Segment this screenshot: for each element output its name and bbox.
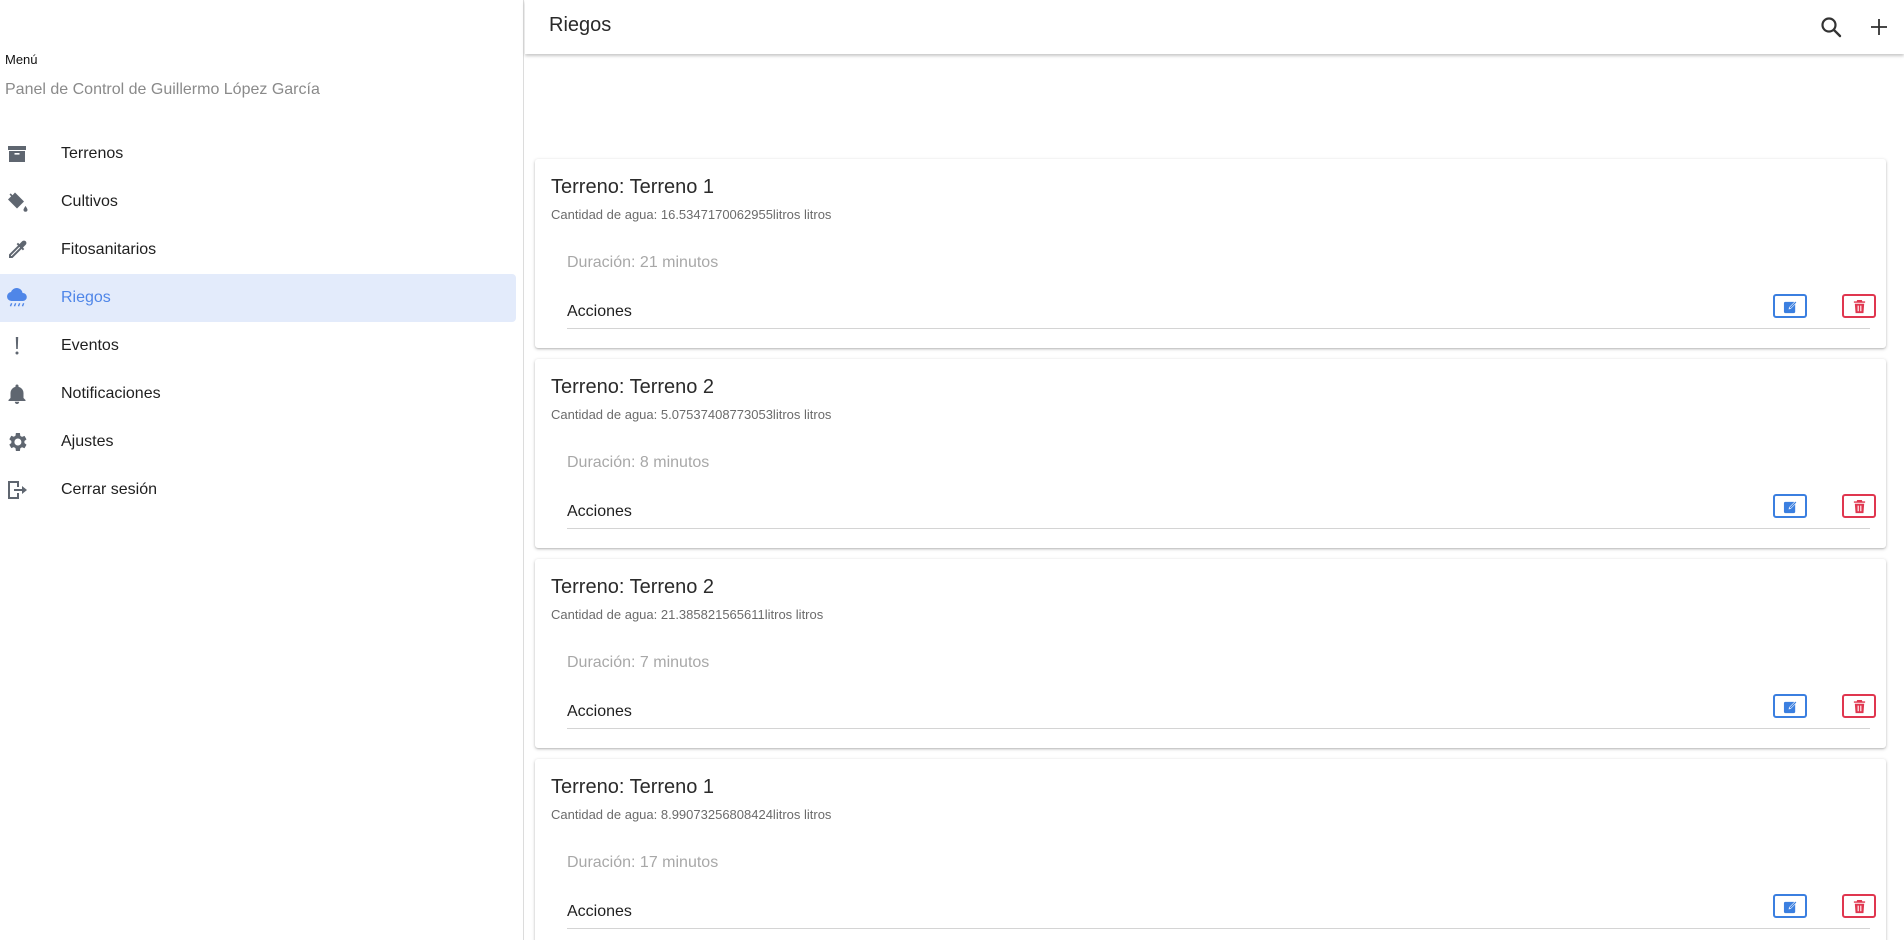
- trash-icon: [1853, 299, 1865, 313]
- sidebar-item-label: Riegos: [61, 289, 111, 306]
- actions-label: Acciones: [567, 503, 632, 520]
- actions-row: Acciones: [567, 893, 1876, 929]
- riegos-list: Terreno: Terreno 1 Cantidad de agua: 16.…: [525, 54, 1904, 940]
- edit-button[interactable]: [1773, 294, 1807, 318]
- card-title: Terreno: Terreno 2: [551, 576, 715, 598]
- exclamation-icon: [0, 322, 61, 370]
- sidebar-item-notificaciones[interactable]: Notificaciones: [0, 370, 516, 418]
- water-amount: Cantidad de agua: 5.07537408773053litros…: [551, 407, 832, 422]
- search-button[interactable]: [1815, 11, 1847, 43]
- sidebar-item-ajustes[interactable]: Ajustes: [0, 418, 516, 466]
- sidebar-item-cerrar-sesion[interactable]: Cerrar sesión: [0, 466, 516, 514]
- sidebar-item-label: Cultivos: [61, 193, 118, 210]
- page-title: Riegos: [549, 14, 612, 36]
- edit-icon: [1783, 700, 1797, 713]
- riego-card: Terreno: Terreno 1 Cantidad de agua: 8.9…: [535, 759, 1886, 940]
- sidebar-item-label: Ajustes: [61, 433, 114, 450]
- rain-cloud-icon: [0, 274, 61, 322]
- search-icon: [1821, 17, 1842, 38]
- edit-button[interactable]: [1773, 494, 1807, 518]
- edit-icon: [1783, 300, 1797, 313]
- add-button[interactable]: [1863, 11, 1895, 43]
- duration: Duración: 21 minutos: [567, 254, 719, 271]
- sidebar-nav: Terrenos Cultivos Fitosanitarios Riegos: [0, 130, 516, 514]
- paint-bucket-icon: [0, 178, 61, 226]
- plus-icon: [1871, 19, 1887, 35]
- bell-icon: [0, 370, 61, 418]
- actions-label: Acciones: [567, 303, 632, 320]
- eyedropper-icon: [0, 226, 61, 274]
- trash-icon: [1853, 699, 1865, 713]
- delete-button[interactable]: [1842, 294, 1876, 318]
- sidebar-item-fitosanitarios[interactable]: Fitosanitarios: [0, 226, 516, 274]
- actions-row: Acciones: [567, 693, 1876, 729]
- sidebar-item-eventos[interactable]: Eventos: [0, 322, 516, 370]
- trash-icon: [1853, 899, 1865, 913]
- water-amount: Cantidad de agua: 8.99073256808424litros…: [551, 807, 832, 822]
- duration: Duración: 17 minutos: [567, 854, 719, 871]
- menu-label: Menú: [5, 52, 38, 67]
- card-title: Terreno: Terreno 1: [551, 176, 715, 198]
- delete-button[interactable]: [1842, 494, 1876, 518]
- sidebar-item-cultivos[interactable]: Cultivos: [0, 178, 516, 226]
- logout-icon: [0, 466, 61, 514]
- actions-row: Acciones: [567, 493, 1876, 529]
- sidebar-item-terrenos[interactable]: Terrenos: [0, 130, 516, 178]
- delete-button[interactable]: [1842, 894, 1876, 918]
- duration: Duración: 8 minutos: [567, 454, 710, 471]
- archive-icon: [0, 130, 61, 178]
- riego-card: Terreno: Terreno 1 Cantidad de agua: 16.…: [535, 159, 1886, 348]
- panel-subtitle: Panel de Control de Guillermo López Garc…: [5, 81, 320, 98]
- card-title: Terreno: Terreno 2: [551, 376, 715, 398]
- riego-card: Terreno: Terreno 2 Cantidad de agua: 5.0…: [535, 359, 1886, 548]
- gear-icon: [0, 418, 61, 466]
- sidebar-item-label: Cerrar sesión: [61, 481, 158, 498]
- edit-button[interactable]: [1773, 694, 1807, 718]
- water-amount: Cantidad de agua: 21.385821565611litros …: [551, 607, 824, 622]
- sidebar-item-label: Fitosanitarios: [61, 241, 157, 258]
- edit-button[interactable]: [1773, 894, 1807, 918]
- delete-button[interactable]: [1842, 694, 1876, 718]
- app-root: Menú Panel de Control de Guillermo López…: [0, 0, 1904, 940]
- actions-label: Acciones: [567, 903, 632, 920]
- sidebar-item-label: Notificaciones: [61, 385, 161, 402]
- riego-card: Terreno: Terreno 2 Cantidad de agua: 21.…: [535, 559, 1886, 748]
- sidebar-item-label: Terrenos: [61, 145, 124, 162]
- card-title: Terreno: Terreno 1: [551, 776, 715, 798]
- edit-icon: [1783, 500, 1797, 513]
- actions-row: Acciones: [567, 293, 1876, 329]
- sidebar-item-riegos[interactable]: Riegos: [0, 274, 516, 322]
- duration: Duración: 7 minutos: [567, 654, 710, 671]
- sidebar-item-label: Eventos: [61, 337, 119, 354]
- top-toolbar: Riegos: [525, 0, 1904, 54]
- water-amount: Cantidad de agua: 16.5347170062955litros…: [551, 207, 832, 222]
- edit-icon: [1783, 900, 1797, 913]
- sidebar: Menú Panel de Control de Guillermo López…: [0, 0, 524, 940]
- actions-label: Acciones: [567, 703, 632, 720]
- trash-icon: [1853, 499, 1865, 513]
